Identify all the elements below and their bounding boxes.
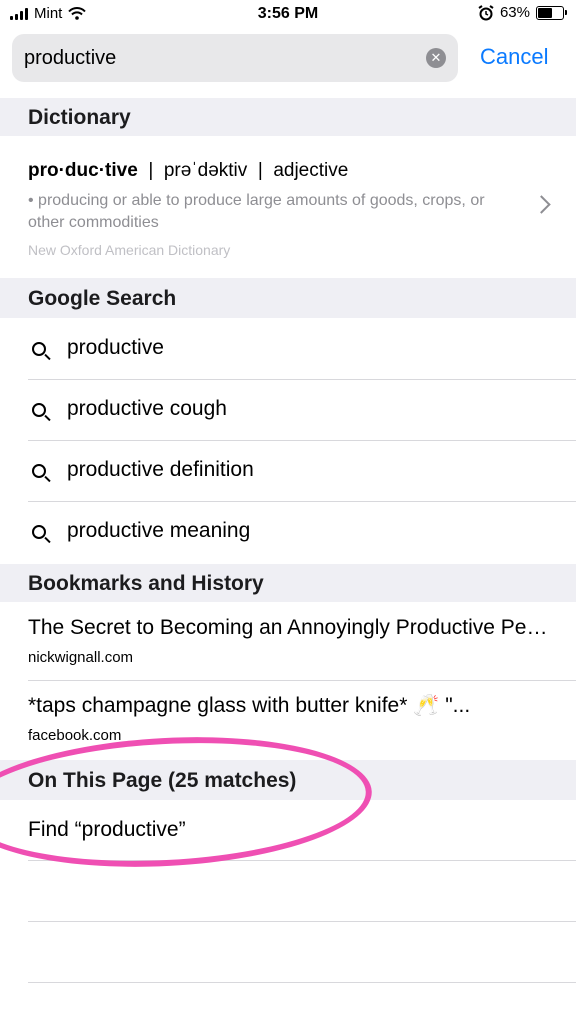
search-bar: ✕: [12, 34, 458, 82]
separator: |: [148, 160, 154, 181]
definition: • producing or able to produce large amo…: [28, 192, 485, 231]
dictionary-source: New Oxford American Dictionary: [28, 242, 231, 258]
alarm-icon: [478, 4, 494, 20]
suggestion-label: productive: [67, 336, 164, 359]
status-bar: Mint 3:56 PM 63%: [0, 0, 576, 30]
bookmark-item[interactable]: *taps champagne glass with butter knife*…: [0, 680, 576, 760]
headword: pro·duc·tive: [28, 160, 138, 181]
section-header-google: Google Search: [0, 278, 576, 318]
section-header-on-this-page: On This Page (25 matches): [0, 760, 576, 800]
search-icon: [32, 403, 46, 417]
dictionary-result[interactable]: pro·duc·tive | prəˈdəktiv | adjective • …: [0, 136, 576, 278]
google-suggestion[interactable]: productive meaning: [0, 501, 576, 562]
suggestion-label: productive definition: [67, 458, 254, 481]
chevron-right-icon: [532, 195, 551, 214]
google-suggestion[interactable]: productive: [0, 318, 576, 379]
suggestion-label: productive cough: [67, 397, 227, 420]
divider: [28, 921, 576, 922]
bookmark-url: nickwignall.com: [28, 649, 134, 666]
suggestion-label: productive meaning: [67, 519, 251, 542]
bookmark-item[interactable]: The Secret to Becoming an Annoyingly Pro…: [0, 602, 576, 680]
google-suggestion[interactable]: productive definition: [0, 440, 576, 501]
separator: |: [257, 160, 263, 181]
battery-percent: 63%: [499, 4, 530, 21]
clear-search-icon[interactable]: ✕: [426, 48, 446, 68]
battery-icon: [536, 5, 567, 20]
cancel-button[interactable]: Cancel: [480, 44, 548, 70]
dictionary-headword-line: pro·duc·tive | prəˈdəktiv | adjective: [28, 160, 348, 182]
find-on-page-button[interactable]: Find “productive”: [28, 818, 186, 842]
bookmark-title: *taps champagne glass with butter knife*…: [28, 694, 471, 717]
section-header-bookmarks: Bookmarks and History: [0, 564, 576, 602]
bookmark-url: facebook.com: [28, 727, 122, 744]
search-input[interactable]: [24, 34, 414, 82]
search-icon: [32, 342, 46, 356]
divider: [28, 982, 576, 983]
section-header-dictionary: Dictionary: [0, 98, 576, 136]
search-icon: [32, 525, 46, 539]
divider: [28, 860, 576, 861]
part-of-speech: adjective: [273, 160, 349, 181]
pronunciation: prəˈdəktiv: [163, 160, 248, 181]
bookmark-title: The Secret to Becoming an Annoyingly Pro…: [28, 616, 548, 639]
google-suggestion[interactable]: productive cough: [0, 379, 576, 440]
search-icon: [32, 464, 46, 478]
